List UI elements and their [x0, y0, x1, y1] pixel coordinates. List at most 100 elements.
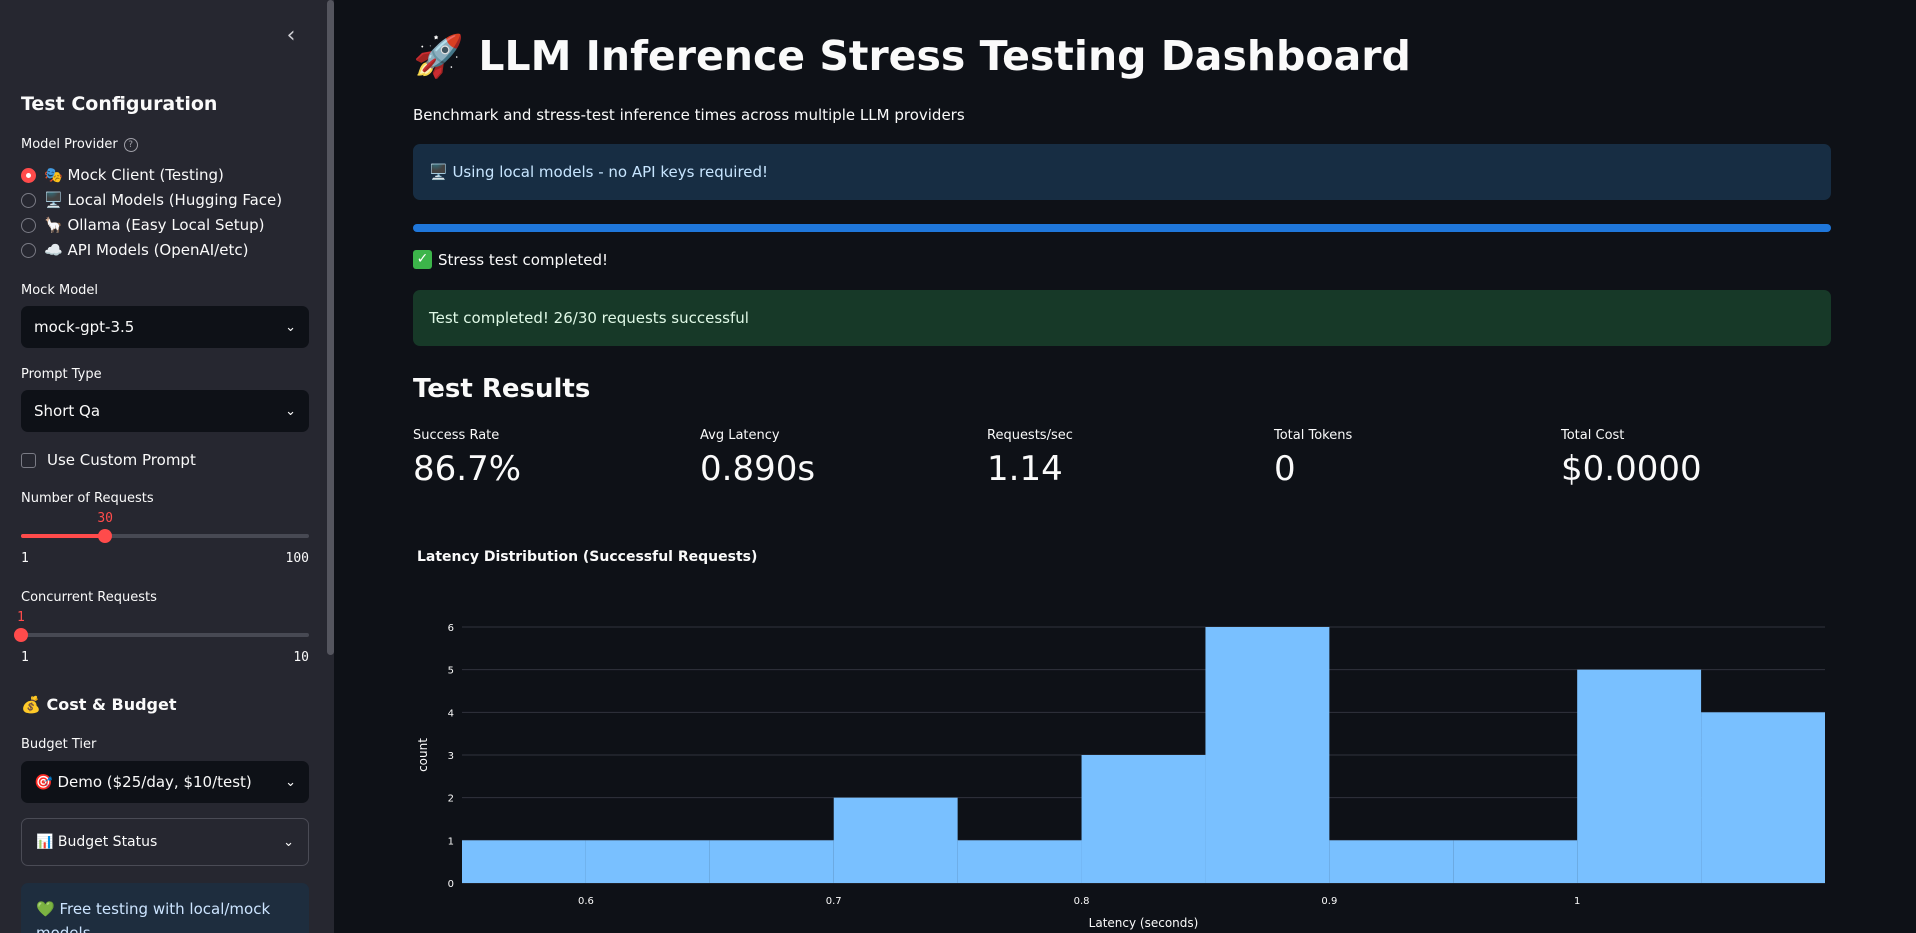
- x-tick-label: 1: [1574, 896, 1580, 907]
- slider-thumb[interactable]: [98, 529, 113, 543]
- success-alert: Test completed! 26/30 requests successfu…: [413, 290, 1831, 346]
- custom-prompt-checkbox[interactable]: Use Custom Prompt: [21, 451, 196, 469]
- histogram-bar: [709, 840, 834, 883]
- histogram-bar: [1577, 669, 1702, 883]
- metric-label: Requests/sec: [987, 428, 1073, 443]
- radio-ollama[interactable]: 🦙 Ollama (Easy Local Setup): [21, 214, 265, 236]
- requests-slider[interactable]: [21, 529, 309, 543]
- histogram-bar: [957, 840, 1082, 883]
- radio-local-models[interactable]: 🖥️ Local Models (Hugging Face): [21, 189, 282, 211]
- chevron-down-icon: ⌄: [285, 319, 296, 335]
- histogram-bar: [462, 840, 586, 883]
- prompt-type-select[interactable]: Short Qa ⌄: [21, 390, 309, 432]
- page-subtitle: Benchmark and stress-test inference time…: [413, 106, 965, 124]
- metric-total-cost: Total Cost $0.0000: [1561, 428, 1841, 489]
- concurrent-slider[interactable]: [14, 628, 309, 642]
- y-tick-label: 4: [448, 708, 454, 719]
- budget-tier-select[interactable]: 🎯 Demo ($25/day, $10/test) ⌄: [21, 761, 309, 803]
- metric-total-tokens: Total Tokens 0: [1274, 428, 1554, 489]
- cost-budget-heading: 💰 Cost & Budget: [21, 695, 177, 714]
- requests-label: Number of Requests: [21, 491, 154, 506]
- prompt-type-label: Prompt Type: [21, 367, 102, 382]
- budget-tier-label: Budget Tier: [21, 737, 97, 752]
- progress-bar: [413, 224, 1831, 232]
- requests-min: 1: [21, 551, 29, 566]
- sidebar: ‹ Test Configuration Model Provider? 🎭 M…: [0, 0, 334, 933]
- metric-label: Success Rate: [413, 428, 500, 443]
- requests-slider-value: 30: [97, 511, 114, 526]
- x-tick-label: 0.8: [1074, 896, 1090, 907]
- radio-icon[interactable]: [21, 242, 36, 258]
- sidebar-heading: Test Configuration: [21, 93, 218, 115]
- slider-thumb[interactable]: [14, 628, 28, 642]
- radio-icon[interactable]: [21, 192, 36, 208]
- histogram-bar: [585, 840, 710, 883]
- status-text: Stress test completed!: [438, 250, 609, 269]
- radio-label: 🦙 Ollama (Easy Local Setup): [44, 216, 265, 234]
- latency-histogram: 0 1 2 3 4 5 6 0.6 0.7 0.8 0.9 1 Latency (seconds) cou…: [416, 623, 1825, 930]
- metric-label: Avg Latency: [700, 428, 780, 443]
- budget-tier-value: 🎯 Demo ($25/day, $10/test): [34, 773, 252, 791]
- requests-max: 100: [285, 551, 309, 566]
- radio-label: 🖥️ Local Models (Hugging Face): [44, 191, 283, 209]
- chevron-down-icon: ⌄: [285, 774, 296, 790]
- radio-label: ☁️ API Models (OpenAI/etc): [44, 241, 249, 259]
- radio-icon[interactable]: [21, 217, 36, 233]
- chevron-left-icon[interactable]: ‹: [280, 24, 302, 48]
- metric-value: 0: [1274, 449, 1296, 489]
- histogram-bar: [1701, 712, 1825, 883]
- x-axis-label: Latency (seconds): [1089, 916, 1199, 930]
- budget-status-label: 📊 Budget Status: [36, 834, 158, 850]
- radio-selected-icon[interactable]: [21, 167, 36, 183]
- histogram-bar: [1329, 840, 1454, 883]
- prompt-type-value: Short Qa: [34, 402, 101, 420]
- y-tick-label: 1: [448, 836, 454, 847]
- page-title: 🚀 LLM Inference Stress Testing Dashboard: [413, 32, 1411, 80]
- y-axis-label: count: [416, 738, 430, 772]
- check-mark-icon: ✓: [413, 250, 432, 269]
- radio-api-models[interactable]: ☁️ API Models (OpenAI/etc): [21, 239, 248, 261]
- metric-label: Total Tokens: [1274, 428, 1353, 443]
- metric-label: Total Cost: [1561, 428, 1625, 443]
- chart-title: Latency Distribution (Successful Request…: [417, 549, 758, 565]
- help-icon[interactable]: ?: [123, 137, 138, 152]
- histogram-bar: [1081, 755, 1206, 883]
- free-testing-info: 💚 Free testing with local/mock models: [21, 883, 309, 933]
- radio-label: 🎭 Mock Client (Testing): [44, 166, 224, 184]
- metric-value: $0.0000: [1561, 449, 1702, 489]
- info-alert: 🖥️ Using local models - no API keys requ…: [413, 144, 1831, 200]
- budget-status-expander[interactable]: 📊 Budget Status ⌄: [21, 818, 309, 866]
- checkbox-icon[interactable]: [21, 452, 36, 468]
- histogram-bar: [1205, 627, 1330, 883]
- concurrent-max: 10: [293, 650, 309, 665]
- chevron-down-icon: ⌄: [285, 403, 296, 419]
- y-tick-label: 3: [448, 751, 454, 762]
- chevron-down-icon: ⌄: [283, 834, 294, 850]
- mock-model-value: mock-gpt-3.5: [34, 318, 135, 336]
- concurrent-min: 1: [21, 650, 29, 665]
- status-message: ✓ Stress test completed!: [413, 250, 608, 269]
- y-tick-label: 6: [448, 623, 454, 634]
- histogram-bar: [1453, 840, 1578, 883]
- y-tick-label: 5: [448, 666, 454, 677]
- y-tick-label: 0: [448, 879, 454, 890]
- metric-requests-per-sec: Requests/sec 1.14: [987, 428, 1267, 489]
- metric-value: 0.890s: [700, 449, 816, 489]
- x-tick-label: 0.6: [578, 896, 594, 907]
- mock-model-select[interactable]: mock-gpt-3.5 ⌄: [21, 306, 309, 348]
- checkbox-label: Use Custom Prompt: [47, 451, 196, 469]
- mock-model-label: Mock Model: [21, 283, 99, 298]
- histogram-bar: [833, 797, 958, 883]
- concurrent-slider-value: 1: [17, 610, 25, 625]
- slider-fill: [21, 534, 106, 538]
- results-heading: Test Results: [413, 374, 591, 404]
- y-tick-label: 2: [448, 794, 454, 805]
- x-tick-label: 0.7: [826, 896, 842, 907]
- metric-avg-latency: Avg Latency 0.890s: [700, 428, 980, 489]
- radio-mock-client[interactable]: 🎭 Mock Client (Testing): [21, 164, 224, 186]
- concurrent-label: Concurrent Requests: [21, 590, 157, 605]
- metric-value: 1.14: [987, 449, 1063, 489]
- model-provider-label: Model Provider?: [21, 137, 138, 152]
- sidebar-scrollbar[interactable]: [327, 0, 334, 655]
- x-tick-label: 0.9: [1321, 896, 1337, 907]
